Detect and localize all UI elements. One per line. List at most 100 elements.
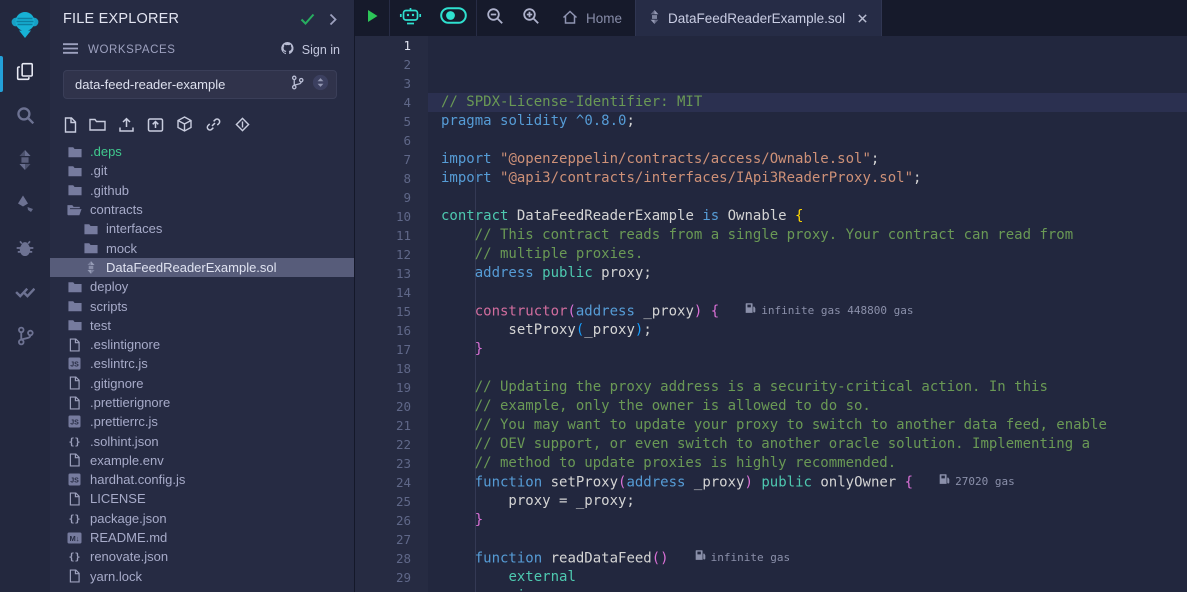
sign-in-button[interactable]: Sign in [279, 41, 340, 59]
activity-search-icon[interactable] [0, 96, 50, 140]
tree-item--git[interactable]: .git [50, 161, 354, 180]
link-icon[interactable] [205, 116, 222, 133]
code-line[interactable]: address public proxy; [441, 264, 1187, 283]
code-line[interactable]: // You may want to update your proxy to … [441, 416, 1187, 435]
line-number[interactable]: 11 [355, 226, 411, 245]
line-number[interactable]: 27 [355, 530, 411, 549]
tree-item-scripts[interactable]: scripts [50, 296, 354, 315]
line-number[interactable]: 8 [355, 169, 411, 188]
line-number[interactable]: 25 [355, 492, 411, 511]
line-number[interactable]: 12 [355, 245, 411, 264]
tree-item-interfaces[interactable]: interfaces [50, 219, 354, 238]
code-line[interactable]: // OEV support, or even switch to anothe… [441, 435, 1187, 454]
code-line[interactable] [441, 530, 1187, 549]
line-number[interactable]: 15 [355, 302, 411, 321]
line-number[interactable]: 13 [355, 264, 411, 283]
code-line[interactable]: import "@openzeppelin/contracts/access/O… [441, 150, 1187, 169]
line-number[interactable]: 2 [355, 55, 411, 74]
code-line[interactable]: setProxy(_proxy); [441, 321, 1187, 340]
line-number[interactable]: 17 [355, 340, 411, 359]
tree-item-mock[interactable]: mock [50, 238, 354, 257]
code-line[interactable]: constructor(address _proxy) {infinite ga… [441, 302, 1187, 321]
code-line[interactable]: // This contract reads from a single pro… [441, 226, 1187, 245]
code-line[interactable] [441, 359, 1187, 378]
line-number[interactable]: 28 [355, 549, 411, 568]
code-editor[interactable]: 1234567891011121314151617181920212223242… [355, 36, 1187, 592]
line-number[interactable]: 5 [355, 112, 411, 131]
code-line[interactable]: // example, only the owner is allowed to… [441, 397, 1187, 416]
code-line[interactable]: import "@api3/contracts/interfaces/IApi3… [441, 169, 1187, 188]
zoom-out-button[interactable] [477, 0, 513, 36]
code-line[interactable]: pragma solidity ^0.8.0; [441, 112, 1187, 131]
tree-item--gitignore[interactable]: .gitignore [50, 374, 354, 393]
code-line[interactable]: } [441, 340, 1187, 359]
line-number[interactable]: 9 [355, 188, 411, 207]
line-number[interactable]: 16 [355, 321, 411, 340]
tree-item--deps[interactable]: .deps [50, 142, 354, 161]
tree-item-readme-md[interactable]: M↓README.md [50, 528, 354, 547]
line-number[interactable]: 18 [355, 359, 411, 378]
activity-file-explorer-icon[interactable] [0, 52, 50, 96]
code-line[interactable] [441, 188, 1187, 207]
upload-folder-icon[interactable] [147, 117, 164, 133]
workspace-select[interactable]: data-feed-reader-example [63, 70, 337, 99]
tree-item--eslintignore[interactable]: .eslintignore [50, 335, 354, 354]
line-number[interactable]: 14 [355, 283, 411, 302]
tree-item--eslintrc-js[interactable]: JS.eslintrc.js [50, 354, 354, 373]
tab-home[interactable]: Home [549, 0, 635, 36]
activity-solidity-compiler-icon[interactable] [0, 140, 50, 184]
code-line[interactable]: // Updating the proxy address is a secur… [441, 378, 1187, 397]
tree-item-package-json[interactable]: {}package.json [50, 509, 354, 528]
ai-copilot-toggle[interactable] [431, 0, 476, 36]
line-number[interactable]: 6 [355, 131, 411, 150]
tree-item--solhint-json[interactable]: {}.solhint.json [50, 431, 354, 450]
line-number[interactable]: 30 [355, 587, 411, 592]
code-line[interactable] [441, 131, 1187, 150]
line-number[interactable]: 3 [355, 74, 411, 93]
tree-item-contracts[interactable]: contracts [50, 200, 354, 219]
line-number[interactable]: 19 [355, 378, 411, 397]
diamond-icon[interactable] [234, 116, 251, 133]
activity-unit-testing-icon[interactable] [0, 272, 50, 316]
tree-item--prettierrc-js[interactable]: JS.prettierrc.js [50, 412, 354, 431]
code-line[interactable]: function setProxy(address _proxy) public… [441, 473, 1187, 492]
hamburger-menu-icon[interactable] [63, 41, 78, 59]
tree-item-yarn-lock[interactable]: yarn.lock [50, 567, 354, 586]
code-line[interactable]: contract DataFeedReaderExample is Ownabl… [441, 207, 1187, 226]
code-line[interactable] [441, 283, 1187, 302]
activity-debugger-icon[interactable] [0, 228, 50, 272]
cube-icon[interactable] [176, 116, 193, 133]
line-number[interactable]: 4 [355, 93, 411, 112]
zoom-in-button[interactable] [513, 0, 549, 36]
line-number[interactable]: 24 [355, 473, 411, 492]
code-line[interactable]: function readDataFeed()infinite gas [441, 549, 1187, 568]
line-number[interactable]: 22 [355, 435, 411, 454]
tree-item-license[interactable]: LICENSE [50, 489, 354, 508]
code-line[interactable]: // multiple proxies. [441, 245, 1187, 264]
run-script-button[interactable] [355, 0, 389, 36]
line-number[interactable]: 23 [355, 454, 411, 473]
line-number[interactable]: 1 [355, 36, 411, 55]
create-file-icon[interactable] [63, 117, 77, 133]
line-number[interactable]: 10 [355, 207, 411, 226]
upload-file-icon[interactable] [118, 117, 135, 133]
activity-deploy-run-icon[interactable] [0, 184, 50, 228]
code-line[interactable]: // SPDX-License-Identifier: MIT [428, 93, 1187, 112]
line-number[interactable]: 20 [355, 397, 411, 416]
activity-git-icon[interactable] [0, 316, 50, 360]
ai-assistant-button[interactable] [390, 0, 431, 36]
tree-item-hardhat-config-js[interactable]: JShardhat.config.js [50, 470, 354, 489]
line-number-gutter[interactable]: 1234567891011121314151617181920212223242… [355, 36, 428, 592]
close-tab-icon[interactable] [857, 13, 868, 24]
line-number[interactable]: 7 [355, 150, 411, 169]
code-line[interactable]: // method to update proxies is highly re… [441, 454, 1187, 473]
code-content[interactable]: // SPDX-License-Identifier: MITpragma so… [428, 36, 1187, 592]
tree-item--github[interactable]: .github [50, 181, 354, 200]
dropdown-spinner-icon[interactable] [312, 74, 329, 96]
code-line[interactable]: proxy = _proxy; [441, 492, 1187, 511]
line-number[interactable]: 21 [355, 416, 411, 435]
code-line[interactable]: view [441, 587, 1187, 592]
remix-logo[interactable] [0, 0, 50, 52]
create-folder-icon[interactable] [89, 117, 106, 132]
tree-item-datafeedreaderexample-sol[interactable]: DataFeedReaderExample.sol [50, 258, 354, 277]
